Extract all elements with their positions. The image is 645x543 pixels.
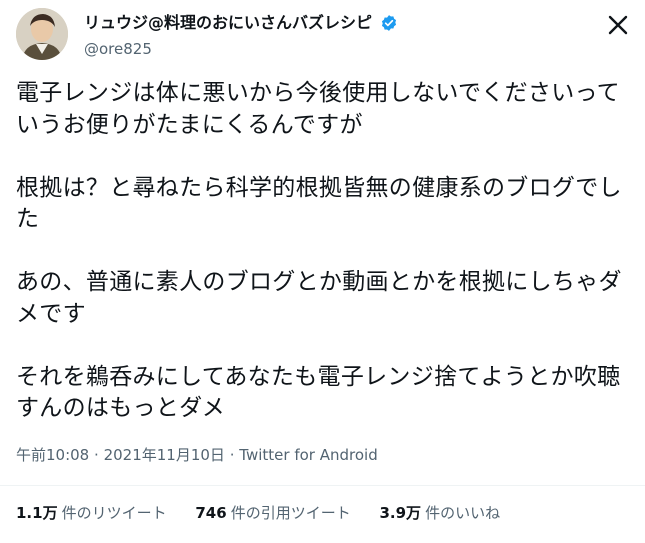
quotes-stat[interactable]: 746 件の引用ツイート — [195, 503, 350, 523]
retweets-count: 1.1万 — [16, 504, 58, 522]
likes-label: 件のいいね — [425, 504, 501, 522]
quotes-count: 746 — [195, 504, 227, 522]
divider — [0, 485, 645, 486]
tweet-paragraph: 電子レンジは体に悪いから今後使用しないでくださいっていうお便りがたまにくるんです… — [16, 80, 620, 138]
tweet-paragraph: それを鵜呑みにしてあなたも電子レンジ捨てようとか吹聴すんのはもっとダメ — [16, 363, 621, 422]
tweet-header: リュウジ@料理のおにいさんバズレシピ @ore825 — [16, 8, 629, 64]
tweet-paragraph: 根拠は？と尋ねたら科学的根拠皆無の健康系のブログでした — [16, 174, 622, 233]
tweet-source[interactable]: Twitter for Android — [239, 446, 377, 464]
tweet-date[interactable]: 2021年11月10日 — [104, 446, 225, 464]
meta-separator: · — [94, 446, 99, 464]
likes-count: 3.9万 — [379, 504, 422, 522]
tweet-card: リュウジ@料理のおにいさんバズレシピ @ore825 電子レンジは体に悪いから今… — [0, 0, 645, 543]
retweets-label: 件のリツイート — [61, 504, 167, 522]
display-name[interactable]: リュウジ@料理のおにいさんバズレシピ — [84, 13, 372, 33]
meta-separator: · — [229, 446, 235, 464]
retweets-stat[interactable]: 1.1万 件のリツイート — [16, 503, 167, 523]
tweet-time[interactable]: 午前10:08 — [16, 446, 89, 464]
tweet-stats: 1.1万 件のリツイート 746 件の引用ツイート 3.9万 件のいいね — [16, 503, 524, 523]
likes-stat[interactable]: 3.9万 件のいいね — [379, 503, 500, 523]
avatar[interactable] — [16, 8, 68, 60]
tweet-paragraph: あの、普通に素人のブログとか動画とかを根拠にしちゃダメです — [16, 269, 622, 327]
tweet-text: 電子レンジは体に悪いから今後使用しないでくださいっていうお便りがたまにくるんです… — [16, 78, 631, 425]
user-handle[interactable]: @ore825 — [84, 39, 398, 59]
verified-badge-icon — [380, 14, 398, 32]
tweet-meta: 午前10:08 · 2021年11月10日 · Twitter for Andr… — [16, 445, 378, 465]
x-logo-icon[interactable] — [607, 14, 629, 36]
name-block: リュウジ@料理のおにいさんバズレシピ @ore825 — [84, 12, 398, 59]
quotes-label: 件の引用ツイート — [230, 504, 351, 522]
